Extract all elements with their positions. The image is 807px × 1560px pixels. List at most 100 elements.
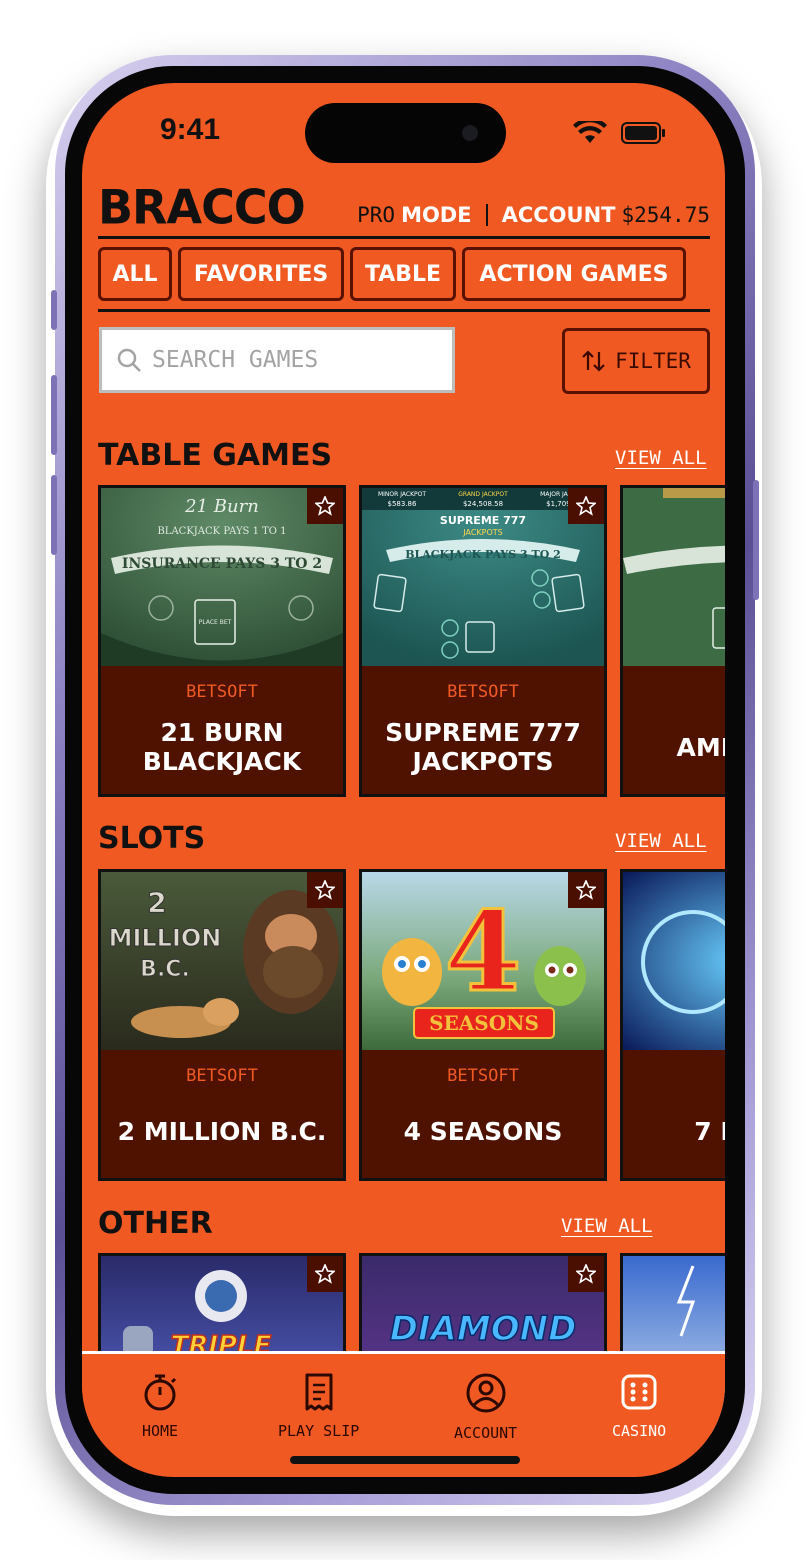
svg-text:2: 2 (147, 886, 166, 919)
tab-table[interactable]: TABLE (350, 247, 456, 301)
favorite-star-button[interactable] (568, 488, 604, 524)
star-icon (315, 496, 335, 516)
svg-text:MINOR JACKPOT: MINOR JACKPOT (378, 491, 426, 498)
star-icon (576, 880, 596, 900)
svg-text:DIAMOND: DIAMOND (390, 1309, 577, 1349)
header-right: PRO MODE ACCOUNT $254.75 (357, 201, 710, 229)
game-thumbnail (623, 872, 725, 1050)
app-header: BRACCO PRO MODE ACCOUNT $254.75 (98, 180, 710, 241)
star-icon (315, 1264, 335, 1284)
receipt-icon (305, 1373, 333, 1411)
nav-casino[interactable]: CASINO (612, 1372, 666, 1440)
nav-casino-label: CASINO (612, 1422, 667, 1440)
svg-text:MILLION: MILLION (109, 924, 222, 952)
svg-text:BLACKJACK PAYS 1 TO 1: BLACKJACK PAYS 1 TO 1 (157, 526, 286, 537)
tab-action-games[interactable]: ACTION GAMES (462, 247, 686, 301)
nav-home-label: HOME (141, 1422, 179, 1440)
svg-text:$583.86: $583.86 (388, 500, 417, 508)
tabs-rule (98, 309, 710, 312)
header-divider (485, 204, 488, 226)
status-time: 9:41 (160, 113, 221, 146)
svg-text:GRAND JACKPOT: GRAND JACKPOT (458, 491, 508, 498)
user-circle-icon (466, 1373, 506, 1413)
account-link[interactable]: ACCOUNT (502, 201, 616, 229)
mode-toggle[interactable]: MODE (401, 201, 472, 229)
game-card[interactable]: 4 SEASONS BETSOFT 4 SEASONS (359, 869, 607, 1181)
svg-text:SEASONS: SEASONS (429, 1011, 539, 1035)
view-all-slots[interactable]: VIEW ALL (615, 830, 707, 852)
game-card[interactable]: BE 7 FO FI (620, 869, 725, 1181)
svg-text:BLACKJACK PAYS 3 TO 2: BLACKJACK PAYS 3 TO 2 (405, 548, 561, 561)
game-card[interactable]: BE AMI BLAC (620, 485, 725, 797)
svg-text:PLACE BET: PLACE BET (199, 619, 232, 626)
volume-down-button (51, 475, 57, 555)
view-all-table-games[interactable]: VIEW ALL (615, 447, 707, 469)
camera-icon (462, 125, 478, 141)
game-provider: BE (623, 1066, 725, 1086)
svg-text:21 Burn: 21 Burn (184, 496, 259, 517)
brand-logo[interactable]: BRACCO (98, 180, 306, 233)
game-thumbnail: 2 MILLION B.C. (101, 872, 343, 1050)
tab-all[interactable]: ALL (98, 247, 172, 301)
category-tabs: ALL FAVORITES TABLE ACTION GAMES (98, 247, 686, 301)
favorite-star-button[interactable] (307, 1256, 343, 1292)
star-icon (576, 1264, 596, 1284)
wifi-icon (573, 121, 607, 143)
favorite-star-button[interactable] (568, 1256, 604, 1292)
power-button (753, 480, 759, 600)
filter-button[interactable]: FILTER (562, 328, 710, 394)
game-thumbnail: MINOR JACKPOT GRAND JACKPOT MAJOR JACKPO… (362, 488, 604, 666)
svg-text:SUPREME 777: SUPREME 777 (440, 514, 526, 527)
game-title: AMI BLAC (676, 732, 725, 762)
game-thumbnail: 21 Burn BLACKJACK PAYS 1 TO 1 INSURANCE … (101, 488, 343, 666)
svg-text:B.C.: B.C. (140, 957, 190, 982)
tab-favorites[interactable]: FAVORITES (178, 247, 344, 301)
filter-label: FILTER (615, 349, 691, 373)
status-icons (573, 121, 667, 145)
battery-icon (621, 122, 665, 144)
nav-home[interactable]: HOME (140, 1372, 180, 1440)
header-rule (98, 236, 710, 239)
table-games-row: 21 Burn BLACKJACK PAYS 1 TO 1 INSURANCE … (98, 485, 725, 797)
screen: 9:41 BRACCO PRO MODE ACCOUNT $254.75 ALL… (82, 83, 725, 1477)
svg-text:INSURANCE PAYS 3 TO 2: INSURANCE PAYS 3 TO 2 (122, 556, 322, 572)
slots-row: 2 MILLION B.C. BETSOFT 2 MILLION B.C. 4 (98, 869, 725, 1181)
search-icon (117, 348, 141, 372)
game-provider: BETSOFT (186, 682, 258, 702)
search-placeholder: SEARCH GAMES (152, 347, 319, 373)
game-provider: BETSOFT (447, 1066, 519, 1086)
account-balance: $254.75 (621, 203, 710, 227)
game-title: SUPREME 777 JACKPOTS (385, 718, 581, 776)
view-all-other[interactable]: VIEW ALL (561, 1215, 653, 1237)
star-icon (315, 880, 335, 900)
dice-icon (621, 1374, 657, 1410)
game-title: 21 BURN BLACKJACK (142, 718, 302, 776)
section-title-slots: SLOTS (98, 821, 206, 856)
game-card[interactable]: 2 MILLION B.C. BETSOFT 2 MILLION B.C. (98, 869, 346, 1181)
nav-account[interactable]: ACCOUNT (454, 1372, 517, 1442)
game-card[interactable]: MINOR JACKPOT GRAND JACKPOT MAJOR JACKPO… (359, 485, 607, 797)
game-provider: BETSOFT (447, 682, 519, 702)
action-button (51, 290, 57, 330)
stopwatch-icon (144, 1374, 177, 1411)
favorite-star-button[interactable] (307, 872, 343, 908)
star-icon (576, 496, 596, 516)
nav-play-slip-label: PLAY SLIP (278, 1422, 360, 1440)
dynamic-island (305, 103, 506, 163)
nav-play-slip[interactable]: PLAY SLIP (278, 1372, 359, 1440)
home-indicator[interactable] (290, 1456, 520, 1464)
game-card[interactable]: 21 Burn BLACKJACK PAYS 1 TO 1 INSURANCE … (98, 485, 346, 797)
favorite-star-button[interactable] (307, 488, 343, 524)
pro-label: PRO (357, 203, 396, 227)
section-title-other: OTHER (98, 1206, 213, 1241)
game-thumbnail: 4 SEASONS (362, 872, 604, 1050)
search-input[interactable]: SEARCH GAMES (99, 327, 455, 393)
game-title: 4 SEASONS (403, 1116, 563, 1146)
favorite-star-button[interactable] (568, 872, 604, 908)
game-thumbnail (623, 488, 725, 666)
nav-account-label: ACCOUNT (454, 1424, 518, 1442)
game-title: 7 FO FI (694, 1116, 725, 1146)
volume-up-button (51, 375, 57, 455)
svg-text:JACKPOTS: JACKPOTS (462, 528, 502, 537)
section-title-table-games: TABLE GAMES (98, 438, 333, 473)
